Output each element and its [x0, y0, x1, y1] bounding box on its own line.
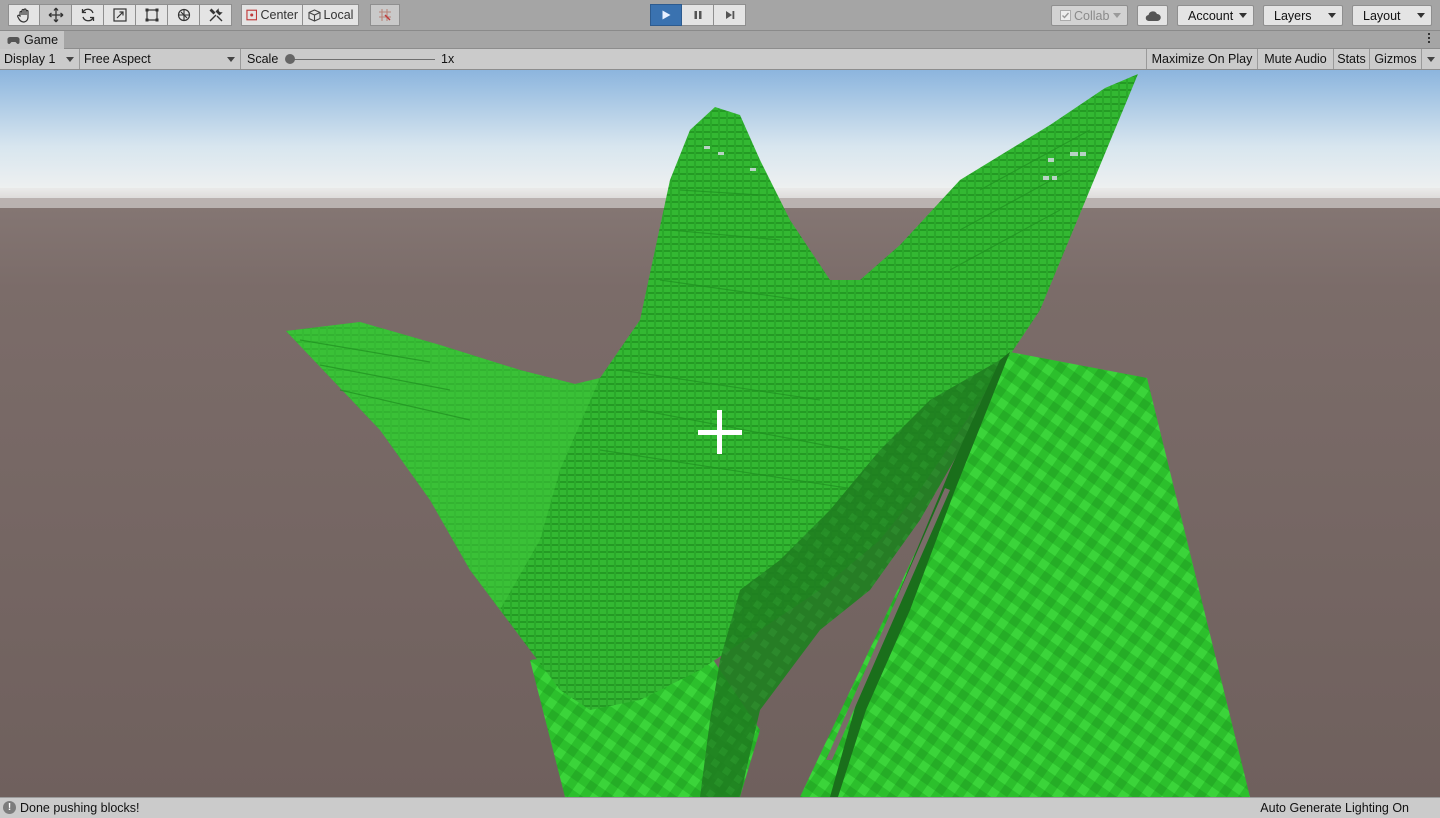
chevron-down-icon [66, 57, 74, 62]
scale-slider-thumb[interactable] [285, 54, 295, 64]
chevron-down-icon [1239, 13, 1247, 18]
scale-slider-track[interactable] [290, 59, 435, 60]
stats-toggle[interactable]: Stats [1333, 49, 1369, 69]
info-icon: ! [3, 801, 16, 814]
pivot-rotation-button[interactable]: Local [303, 4, 359, 26]
pause-button[interactable] [682, 4, 714, 26]
gamepad-icon [7, 36, 20, 44]
game-viewport[interactable] [0, 70, 1440, 797]
move-icon [48, 7, 63, 23]
scale-tool-button[interactable] [104, 4, 136, 26]
local-cube-icon [307, 8, 321, 22]
grid-snap-group [370, 4, 400, 26]
rect-transform-icon [145, 8, 158, 22]
transform-tools [8, 4, 232, 26]
gizmos-toggle[interactable]: Gizmos [1369, 49, 1421, 69]
more-options-icon[interactable] [1428, 33, 1431, 43]
lighting-status[interactable]: Auto Generate Lighting On [1260, 801, 1409, 815]
aspect-label: Free Aspect [84, 52, 151, 66]
step-icon [725, 11, 734, 19]
rotate-tool-button[interactable] [72, 4, 104, 26]
hand-tool-button[interactable] [8, 4, 40, 26]
layers-label: Layers [1274, 8, 1312, 23]
pivot-rotation-label: Local [323, 8, 354, 22]
game-view-toolbar: Display 1 Free Aspect Scale 1x Maximize … [0, 49, 1440, 70]
pause-icon [694, 11, 701, 19]
scale-label: Scale [247, 52, 279, 66]
display-dropdown[interactable]: Display 1 [0, 49, 80, 69]
collab-label: Collab [1074, 8, 1110, 23]
custom-tool-button[interactable] [200, 4, 232, 26]
transform-icon [177, 8, 190, 22]
chevron-down-icon [1427, 56, 1435, 62]
account-dropdown[interactable]: Account [1177, 5, 1254, 26]
scale-icon [112, 8, 127, 22]
scale-value: 1x [441, 52, 455, 66]
hand-icon [17, 8, 29, 23]
mute-audio-toggle[interactable]: Mute Audio [1257, 49, 1333, 69]
move-tool-button[interactable] [40, 4, 72, 26]
transform-tool-button[interactable] [168, 4, 200, 26]
step-button[interactable] [714, 4, 746, 26]
playmode-controls [650, 4, 746, 26]
aspect-dropdown[interactable]: Free Aspect [80, 49, 241, 69]
grid-snap-button[interactable] [370, 4, 400, 26]
layout-dropdown[interactable]: Layout [1352, 5, 1432, 26]
chevron-down-icon [1113, 13, 1121, 18]
tab-strip: Game [0, 31, 1440, 49]
cloud-icon [1145, 10, 1161, 21]
layers-dropdown[interactable]: Layers [1263, 5, 1343, 26]
tab-game-label: Game [24, 33, 59, 47]
tab-game[interactable]: Game [0, 31, 64, 49]
main-toolbar: Center Local Collab Account Layers Layou… [0, 0, 1440, 31]
pivot-group: Center Local [241, 4, 359, 26]
play-icon [662, 10, 671, 20]
status-bar: ! Done pushing blocks! Auto Generate Lig… [0, 797, 1440, 818]
cloud-button[interactable] [1137, 5, 1168, 26]
chevron-down-icon [227, 57, 235, 62]
grid-snap-icon [379, 9, 391, 21]
game-scene [0, 70, 1440, 797]
collab-dropdown[interactable]: Collab [1051, 5, 1128, 26]
checkmark-icon [1060, 10, 1071, 21]
account-label: Account [1188, 8, 1234, 23]
rotate-icon [81, 8, 94, 22]
status-message[interactable]: Done pushing blocks! [20, 801, 140, 815]
stats-label: Stats [1337, 52, 1366, 66]
gizmos-label: Gizmos [1374, 52, 1417, 66]
tools-icon [209, 8, 223, 22]
pivot-mode-button[interactable]: Center [241, 4, 303, 26]
chevron-down-icon [1328, 13, 1336, 18]
maximize-on-play-label: Maximize On Play [1151, 52, 1253, 66]
layout-label: Layout [1363, 8, 1401, 23]
mute-audio-label: Mute Audio [1264, 52, 1327, 66]
gizmos-dropdown[interactable] [1421, 49, 1440, 69]
chevron-down-icon [1417, 13, 1425, 18]
pivot-center-icon [246, 9, 258, 21]
rect-tool-button[interactable] [136, 4, 168, 26]
play-button[interactable] [650, 4, 682, 26]
display-label: Display 1 [4, 52, 56, 66]
pivot-mode-label: Center [260, 8, 298, 22]
maximize-on-play-toggle[interactable]: Maximize On Play [1146, 49, 1257, 69]
